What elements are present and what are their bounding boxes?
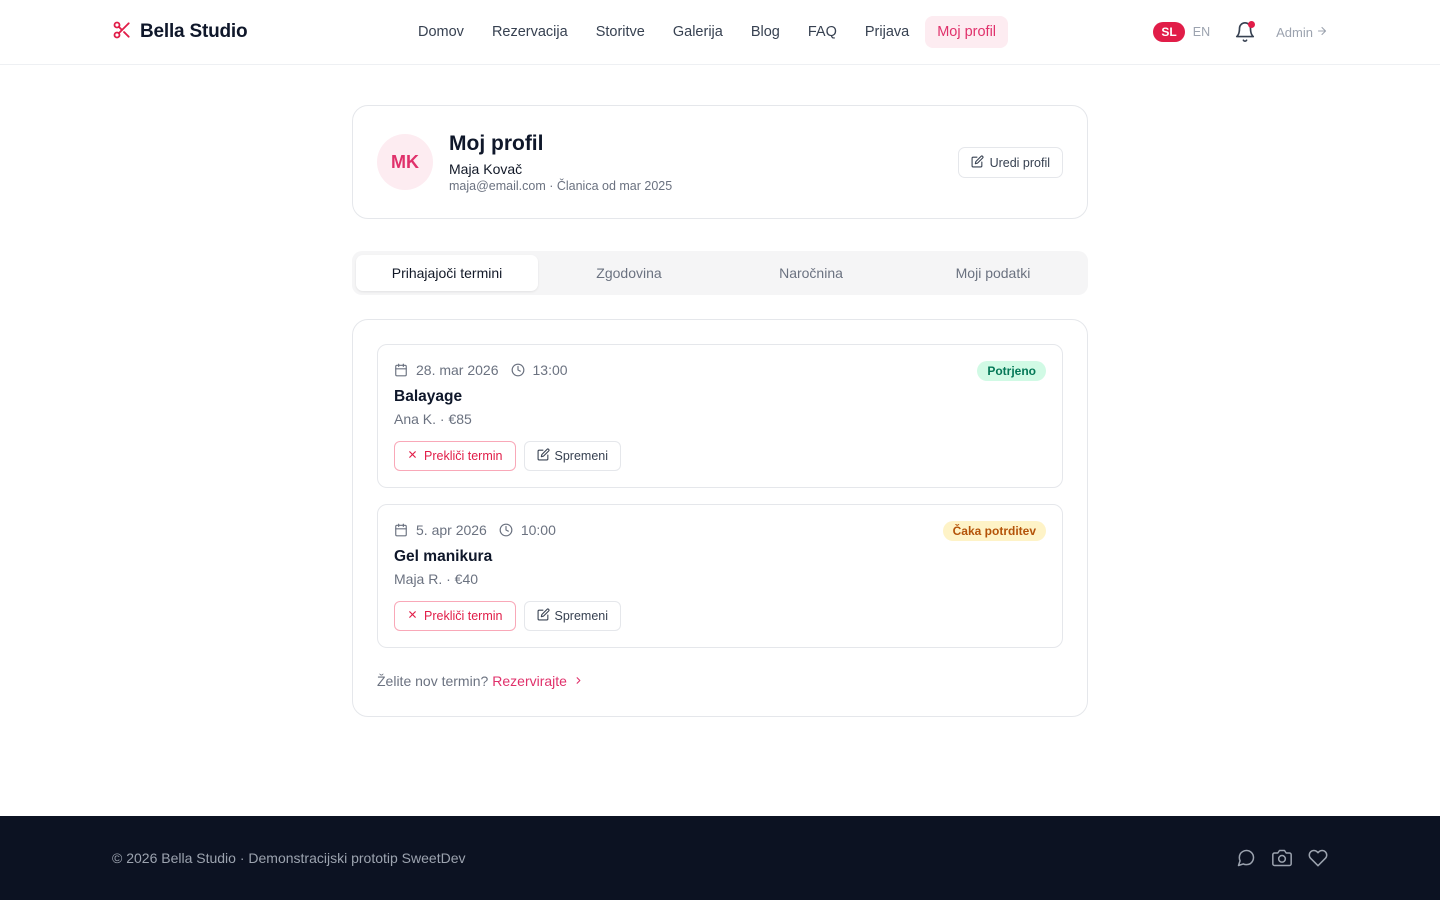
profile-meta: maja@email.com · Članica od mar 2025 bbox=[449, 179, 673, 193]
appointment-service: Gel manikura bbox=[394, 548, 493, 565]
page-title: Moj profil bbox=[449, 132, 544, 155]
clock-icon bbox=[499, 523, 513, 537]
new-appointment-prompt: Želite nov termin? Rezervirajte bbox=[377, 673, 584, 689]
edit-profile-button[interactable]: Uredi profil bbox=[957, 147, 1063, 178]
appointment-card: 5. apr 2026 10:00 Čaka potrditev Gel man… bbox=[377, 504, 1063, 648]
edit-icon bbox=[537, 608, 550, 624]
site-header: Bella Studio Domov Rezervacija Storitve … bbox=[0, 0, 1440, 65]
profile-tabs: Prihajajoči termini Zgodovina Naročnina … bbox=[352, 251, 1088, 295]
clock-icon bbox=[511, 363, 525, 377]
calendar-icon bbox=[394, 363, 408, 377]
tab-my-data[interactable]: Moji podatki bbox=[902, 255, 1084, 291]
footer-copyright: © 2026 Bella Studio · Demonstracijski pr… bbox=[112, 850, 466, 866]
appointment-detail: Ana K. · €85 bbox=[394, 411, 472, 427]
lang-sl-button[interactable]: SL bbox=[1153, 22, 1185, 42]
close-icon bbox=[407, 609, 418, 623]
change-appointment-button[interactable]: Spremeni bbox=[523, 441, 621, 471]
admin-link[interactable]: Admin bbox=[1276, 25, 1328, 40]
chat-icon[interactable] bbox=[1236, 848, 1256, 868]
appointment-time: 10:00 bbox=[520, 522, 556, 538]
appointment-date: 28. mar 2026 bbox=[416, 362, 499, 378]
nav-item-rezervacija[interactable]: Rezervacija bbox=[480, 16, 580, 48]
appointment-actions: Prekliči termin Spremeni bbox=[394, 441, 621, 471]
appointment-service: Balayage bbox=[394, 388, 463, 405]
social-links bbox=[1236, 848, 1328, 868]
change-label: Spremeni bbox=[554, 449, 609, 463]
site-footer: © 2026 Bella Studio · Demonstracijski pr… bbox=[0, 816, 1440, 900]
cancel-label: Prekliči termin bbox=[424, 609, 503, 623]
cancel-appointment-button[interactable]: Prekliči termin bbox=[394, 441, 516, 471]
appointments-panel: 28. mar 2026 13:00 Potrjeno Balayage Ana… bbox=[352, 319, 1088, 717]
new-appointment-text: Želite nov termin? bbox=[377, 673, 489, 689]
nav-item-domov[interactable]: Domov bbox=[406, 16, 476, 48]
appointment-meta: 28. mar 2026 13:00 bbox=[394, 362, 568, 378]
admin-label: Admin bbox=[1276, 24, 1313, 40]
tab-upcoming[interactable]: Prihajajoči termini bbox=[356, 255, 538, 291]
appointment-time: 13:00 bbox=[532, 362, 568, 378]
change-label: Spremeni bbox=[554, 609, 609, 623]
camera-icon[interactable] bbox=[1272, 848, 1292, 868]
edit-icon bbox=[971, 154, 984, 171]
lang-en-button[interactable]: EN bbox=[1189, 22, 1214, 42]
cancel-appointment-button[interactable]: Prekliči termin bbox=[394, 601, 516, 631]
arrow-right-icon bbox=[1316, 25, 1328, 40]
profile-name: Maja Kovač bbox=[449, 161, 523, 177]
status-badge: Potrjeno bbox=[977, 361, 1046, 381]
appointment-card: 28. mar 2026 13:00 Potrjeno Balayage Ana… bbox=[377, 344, 1063, 488]
nav-item-galerija[interactable]: Galerija bbox=[661, 16, 735, 48]
chevron-right-icon bbox=[573, 673, 584, 689]
close-icon bbox=[407, 449, 418, 463]
language-switcher: SL EN bbox=[1153, 22, 1214, 42]
nav-item-storitve[interactable]: Storitve bbox=[584, 16, 657, 48]
appointment-actions: Prekliči termin Spremeni bbox=[394, 601, 621, 631]
book-appointment-link[interactable]: Rezervirajte bbox=[492, 673, 584, 689]
appointment-date: 5. apr 2026 bbox=[416, 522, 487, 538]
change-appointment-button[interactable]: Spremeni bbox=[523, 601, 621, 631]
profile-card: MK Moj profil Maja Kovač maja@email.com … bbox=[352, 105, 1088, 219]
calendar-icon bbox=[394, 523, 408, 537]
heart-icon[interactable] bbox=[1308, 848, 1328, 868]
cancel-label: Prekliči termin bbox=[424, 449, 503, 463]
bell-icon[interactable] bbox=[1234, 21, 1256, 43]
nav-item-blog[interactable]: Blog bbox=[739, 16, 792, 48]
scissors-icon bbox=[112, 20, 132, 45]
main-nav: Domov Rezervacija Storitve Galerija Blog… bbox=[406, 14, 1009, 50]
appointment-meta: 5. apr 2026 10:00 bbox=[394, 522, 556, 538]
brand-logo[interactable]: Bella Studio bbox=[112, 20, 248, 45]
status-badge: Čaka potrditev bbox=[942, 521, 1046, 541]
edit-profile-label: Uredi profil bbox=[989, 155, 1050, 170]
header-actions: SL EN Admin bbox=[1153, 20, 1328, 44]
tab-subscription[interactable]: Naročnina bbox=[720, 255, 902, 291]
edit-icon bbox=[537, 448, 550, 464]
nav-item-prijava[interactable]: Prijava bbox=[853, 16, 921, 48]
nav-item-faq[interactable]: FAQ bbox=[796, 16, 849, 48]
appointment-detail: Maja R. · €40 bbox=[394, 571, 479, 587]
tab-history[interactable]: Zgodovina bbox=[538, 255, 720, 291]
book-link-label: Rezervirajte bbox=[492, 673, 567, 689]
nav-item-moj-profil[interactable]: Moj profil bbox=[925, 16, 1009, 48]
brand-name: Bella Studio bbox=[140, 21, 248, 42]
avatar: MK bbox=[377, 134, 433, 190]
